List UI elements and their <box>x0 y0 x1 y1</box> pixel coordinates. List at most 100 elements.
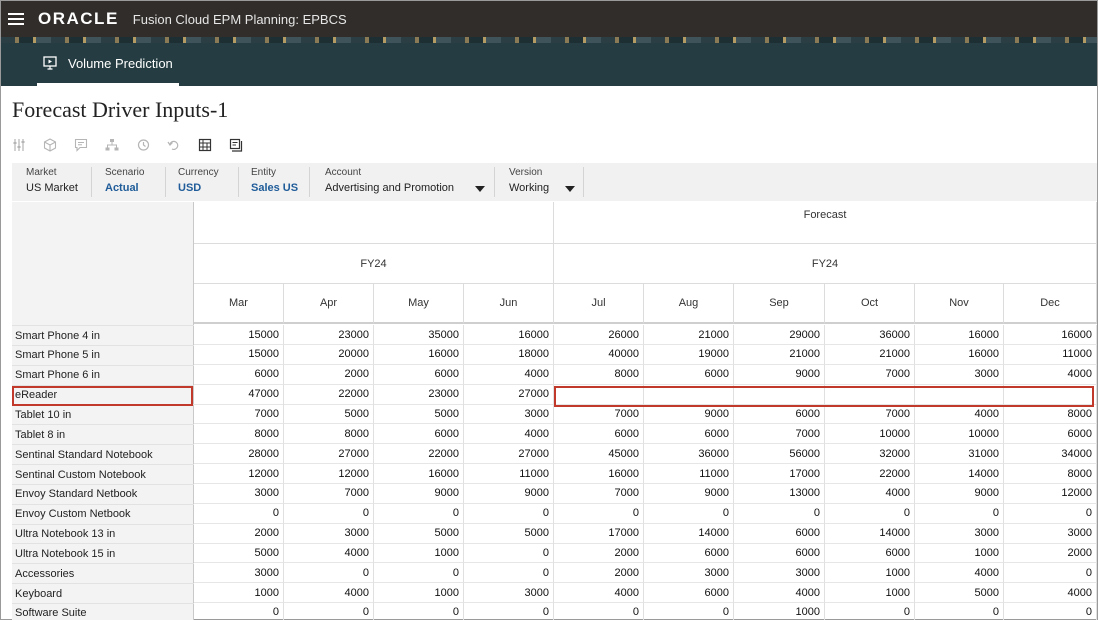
data-cell[interactable]: 22000 <box>374 444 464 465</box>
data-cell[interactable]: 9000 <box>374 483 464 504</box>
data-cell[interactable]: 9000 <box>734 364 825 385</box>
data-cell[interactable] <box>734 384 825 405</box>
pov-market[interactable]: Market US Market <box>26 163 90 201</box>
data-cell[interactable] <box>554 384 644 405</box>
data-cell[interactable]: 5000 <box>374 404 464 425</box>
data-cell[interactable]: 15000 <box>194 325 284 345</box>
data-cell[interactable]: 23000 <box>284 325 374 345</box>
data-cell[interactable]: 27000 <box>464 444 554 465</box>
data-cell[interactable]: 3000 <box>194 563 284 584</box>
data-cell[interactable]: 31000 <box>915 444 1004 465</box>
cube-icon[interactable] <box>42 137 58 153</box>
data-cell[interactable]: 5000 <box>374 523 464 544</box>
data-cell[interactable]: 4000 <box>284 583 374 604</box>
data-cell[interactable]: 0 <box>554 602 644 620</box>
hierarchy-icon[interactable] <box>104 137 120 153</box>
data-cell[interactable] <box>825 384 915 405</box>
data-cell[interactable]: 27000 <box>284 444 374 465</box>
data-cell[interactable]: 36000 <box>825 325 915 345</box>
data-cell[interactable]: 3000 <box>734 563 825 584</box>
data-cell[interactable]: 1000 <box>825 583 915 604</box>
pov-currency[interactable]: Currency USD <box>178 163 238 201</box>
data-cell[interactable]: 1000 <box>194 583 284 604</box>
data-cell[interactable]: 7000 <box>284 483 374 504</box>
data-cell[interactable]: 6000 <box>644 424 734 445</box>
data-cell[interactable]: 16000 <box>554 464 644 484</box>
data-cell[interactable]: 6000 <box>825 543 915 564</box>
tab-volume-prediction[interactable]: Volume Prediction <box>37 43 179 86</box>
data-cell[interactable]: 27000 <box>464 384 554 405</box>
data-cell[interactable]: 4000 <box>734 583 825 604</box>
data-cell[interactable]: 28000 <box>194 444 284 465</box>
data-cell[interactable]: 7000 <box>825 364 915 385</box>
data-cell[interactable]: 0 <box>825 602 915 620</box>
data-cell[interactable]: 11000 <box>464 464 554 484</box>
data-cell[interactable]: 0 <box>374 563 464 584</box>
data-cell[interactable]: 17000 <box>554 523 644 544</box>
data-cell[interactable]: 9000 <box>915 483 1004 504</box>
data-cell[interactable] <box>644 384 734 405</box>
data-cell[interactable]: 0 <box>374 503 464 524</box>
data-cell[interactable]: 0 <box>1004 563 1097 584</box>
data-cell[interactable]: 3000 <box>464 404 554 425</box>
data-cell[interactable]: 7000 <box>734 424 825 445</box>
data-cell[interactable]: 12000 <box>1004 483 1097 504</box>
data-cell[interactable]: 0 <box>464 503 554 524</box>
data-cell[interactable]: 12000 <box>284 464 374 484</box>
data-cell[interactable]: 0 <box>374 602 464 620</box>
data-cell[interactable]: 11000 <box>1004 344 1097 365</box>
data-cell[interactable] <box>1004 384 1097 405</box>
data-cell[interactable]: 3000 <box>194 483 284 504</box>
data-cell[interactable]: 3000 <box>915 364 1004 385</box>
data-cell[interactable]: 8000 <box>284 424 374 445</box>
data-cell[interactable]: 1000 <box>915 543 1004 564</box>
data-cell[interactable]: 8000 <box>1004 404 1097 425</box>
data-cell[interactable]: 7000 <box>554 483 644 504</box>
data-cell[interactable]: 6000 <box>644 583 734 604</box>
data-cell[interactable]: 35000 <box>374 325 464 345</box>
data-cell[interactable]: 0 <box>1004 602 1097 620</box>
data-cell[interactable]: 4000 <box>915 404 1004 425</box>
adjust-icon[interactable] <box>11 137 27 153</box>
data-cell[interactable]: 13000 <box>734 483 825 504</box>
data-cell[interactable]: 6000 <box>734 523 825 544</box>
data-cell[interactable]: 15000 <box>194 344 284 365</box>
data-cell[interactable]: 4000 <box>915 563 1004 584</box>
data-cell[interactable]: 0 <box>464 602 554 620</box>
data-cell[interactable]: 19000 <box>644 344 734 365</box>
data-cell[interactable]: 3000 <box>464 583 554 604</box>
data-cell[interactable]: 4000 <box>284 543 374 564</box>
data-cell[interactable]: 2000 <box>1004 543 1097 564</box>
data-cell[interactable]: 16000 <box>915 344 1004 365</box>
data-cell[interactable]: 0 <box>464 563 554 584</box>
data-cell[interactable]: 0 <box>644 503 734 524</box>
data-cell[interactable]: 6000 <box>734 543 825 564</box>
data-cell[interactable]: 9000 <box>464 483 554 504</box>
data-cell[interactable]: 8000 <box>1004 464 1097 484</box>
data-cell[interactable]: 16000 <box>464 325 554 345</box>
data-cell[interactable]: 0 <box>825 503 915 524</box>
data-cell[interactable]: 20000 <box>284 344 374 365</box>
data-cell[interactable]: 9000 <box>644 404 734 425</box>
data-cell[interactable]: 0 <box>734 503 825 524</box>
data-cell[interactable]: 6000 <box>374 424 464 445</box>
data-cell[interactable]: 0 <box>915 503 1004 524</box>
data-cell[interactable]: 0 <box>284 503 374 524</box>
pov-account[interactable]: Account Advertising and Promotion <box>325 163 491 201</box>
chevron-down-icon[interactable] <box>475 186 485 192</box>
data-cell[interactable]: 8000 <box>554 364 644 385</box>
data-cell[interactable]: 6000 <box>554 424 644 445</box>
data-cell[interactable]: 0 <box>1004 503 1097 524</box>
data-cell[interactable]: 1000 <box>374 583 464 604</box>
data-cell[interactable]: 17000 <box>734 464 825 484</box>
data-cell[interactable]: 2000 <box>284 364 374 385</box>
data-cell[interactable]: 47000 <box>194 384 284 405</box>
layout-icon[interactable] <box>228 137 244 153</box>
pov-entity[interactable]: Entity Sales US <box>251 163 309 201</box>
data-cell[interactable]: 7000 <box>194 404 284 425</box>
data-cell[interactable]: 4000 <box>1004 583 1097 604</box>
data-cell[interactable]: 3000 <box>284 523 374 544</box>
data-cell[interactable]: 6000 <box>734 404 825 425</box>
data-cell[interactable]: 4000 <box>464 364 554 385</box>
data-cell[interactable]: 8000 <box>194 424 284 445</box>
